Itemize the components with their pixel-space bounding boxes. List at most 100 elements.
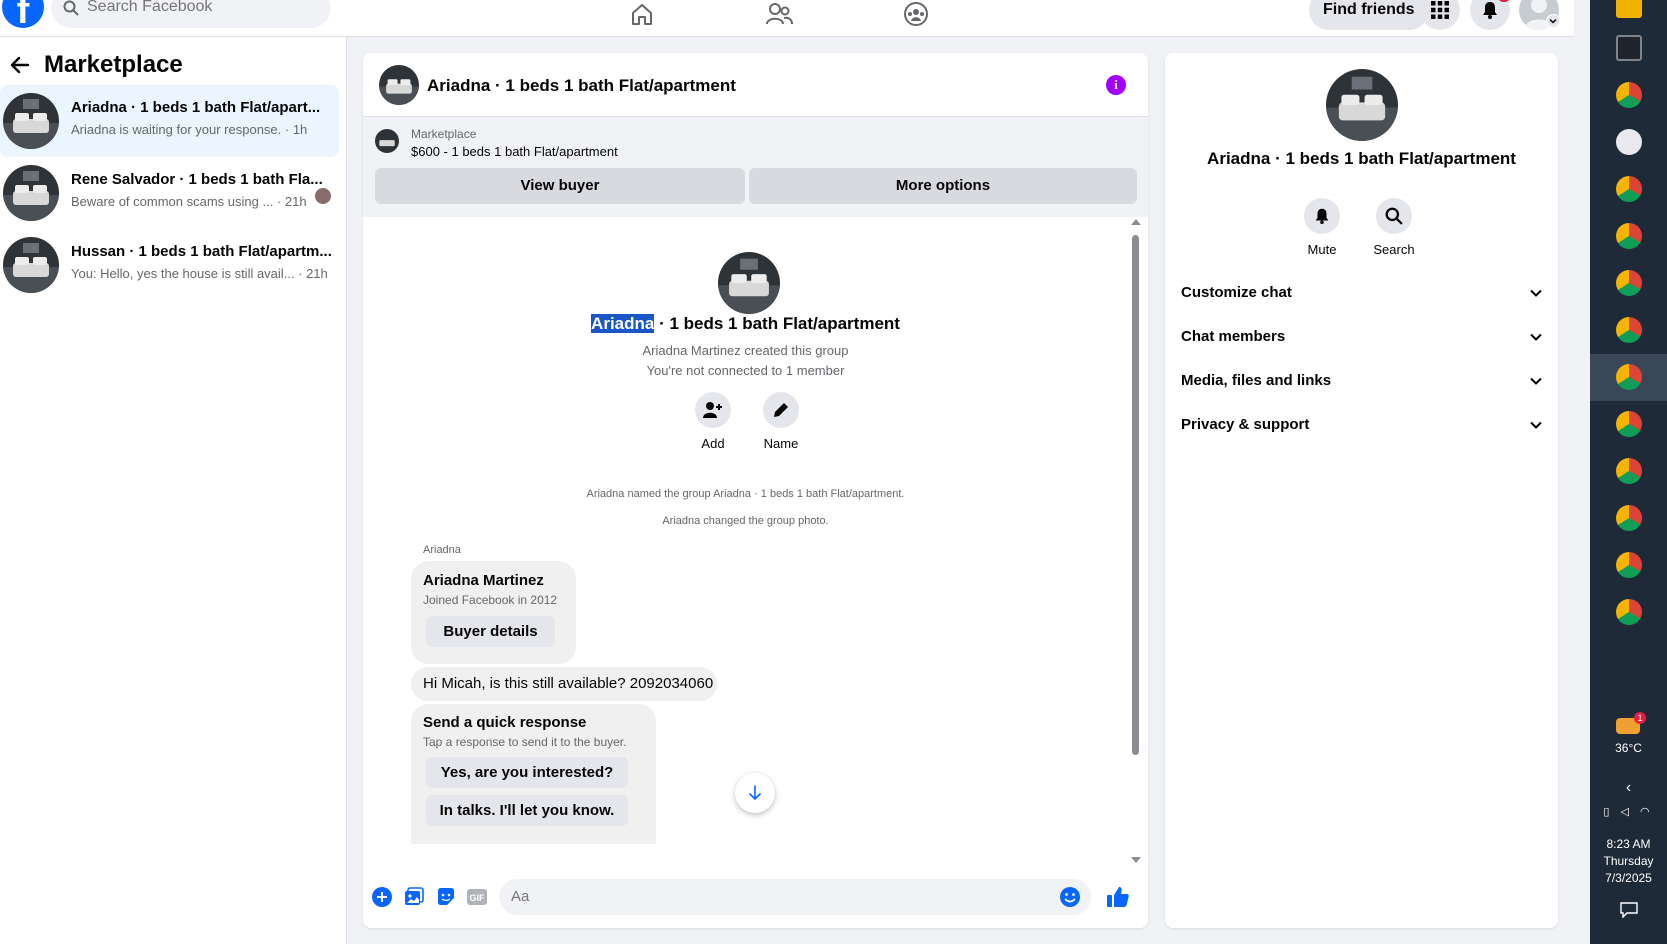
search-in-chat-button[interactable]: Search [1364, 198, 1424, 257]
chevron-down-icon [1529, 418, 1543, 432]
listing-thumbnail [3, 93, 59, 149]
chrome-profile-icon[interactable] [1616, 82, 1642, 108]
section-label: Customize chat [1181, 284, 1292, 301]
menu-grid-icon[interactable] [1420, 0, 1460, 30]
facebook-logo-icon[interactable]: f [2, 0, 44, 32]
conversation-title: Ariadna · 1 beds 1 bath Flat/apart... [71, 99, 321, 116]
chrome-profile-icon[interactable] [1616, 364, 1642, 390]
chat-photo [1326, 69, 1398, 141]
scroll-up-arrow-icon[interactable] [1131, 219, 1141, 225]
name-group-button[interactable]: Name [751, 392, 811, 451]
message-thread[interactable]: Ariadna · 1 beds 1 bath Flat/apartment A… [363, 217, 1128, 867]
search-input[interactable] [87, 0, 317, 16]
conversation-item[interactable]: Ariadna · 1 beds 1 bath Flat/apart... Ar… [0, 85, 339, 157]
message-scrollbar[interactable] [1128, 219, 1142, 869]
file-explorer-icon[interactable] [1616, 0, 1642, 18]
find-friends-button[interactable]: Find friends [1309, 0, 1429, 30]
conversation-title: Hussan · 1 beds 1 bath Flat/apartm... [71, 243, 332, 260]
back-arrow-icon[interactable] [10, 55, 30, 75]
chat-details-panel: Ariadna · 1 beds 1 bath Flat/apartment M… [1165, 53, 1558, 928]
info-icon[interactable]: i [1106, 75, 1126, 95]
weather-badge: 1 [1634, 712, 1646, 724]
conversation-item[interactable]: Hussan · 1 beds 1 bath Flat/apartm... Yo… [0, 229, 339, 301]
quick-reply-button[interactable]: Yes, are you interested? [426, 757, 628, 788]
chevron-down-icon [1529, 286, 1543, 300]
notification-center-icon[interactable] [1590, 902, 1667, 918]
more-options-button[interactable]: More options [749, 168, 1137, 204]
buyer-joined: Joined Facebook in 2012 [423, 593, 558, 607]
terminal-app-icon[interactable] [1616, 35, 1642, 61]
plus-circle-icon[interactable] [371, 886, 393, 908]
section-label: Media, files and links [1181, 372, 1332, 389]
top-navbar: f Find friends [0, 0, 1574, 37]
mute-button[interactable]: Mute [1292, 198, 1352, 257]
section-customize-chat[interactable]: Customize chat [1181, 273, 1543, 313]
add-person-icon [695, 392, 731, 428]
section-label: Chat members [1181, 328, 1286, 345]
section-media-files-links[interactable]: Media, files and links [1181, 361, 1543, 401]
chrome-profile-icon[interactable] [1616, 223, 1642, 249]
system-message: Ariadna named the group Ariadna · 1 beds… [586, 488, 905, 500]
emoji-icon[interactable] [1059, 886, 1081, 908]
conversation-subtitle: Ariadna is waiting for your response. · … [71, 122, 308, 137]
chrome-profile-icon[interactable] [1616, 176, 1642, 202]
system-tray-icons[interactable]: ▯ ◁ ◠ [1590, 804, 1667, 820]
chrome-profile-icon[interactable] [1616, 411, 1642, 437]
section-privacy-support[interactable]: Privacy & support [1181, 405, 1543, 445]
section-chat-members[interactable]: Chat members [1181, 317, 1543, 357]
photo-icon[interactable] [403, 886, 425, 908]
group-title-rest: · 1 beds 1 bath Flat/apartment [654, 314, 900, 333]
marketplace-label: Marketplace [411, 127, 477, 141]
connection-text: You're not connected to 1 member [646, 363, 845, 378]
clock-time[interactable]: 8:23 AM [1590, 836, 1667, 852]
marketplace-sidebar: Marketplace Ariadna · 1 beds 1 bath Flat… [0, 37, 347, 944]
home-icon[interactable] [622, 0, 662, 34]
add-member-button[interactable]: Add [683, 392, 743, 451]
buyer-details-button[interactable]: Buyer details [426, 616, 555, 647]
system-message: Ariadna changed the group photo. [662, 515, 829, 527]
scroll-to-bottom-button[interactable] [735, 773, 775, 813]
sticker-icon[interactable] [435, 886, 457, 908]
quick-response-card: Send a quick response Tap a response to … [411, 704, 656, 844]
weather-temperature[interactable]: 36°C [1590, 740, 1667, 756]
like-thumbs-up-icon[interactable] [1105, 884, 1131, 910]
clock-date[interactable]: 7/3/2025 [1590, 870, 1667, 886]
app-icon[interactable] [1616, 129, 1642, 155]
message-input-box[interactable] [499, 879, 1091, 915]
search-icon [1376, 198, 1412, 234]
scroll-thumb[interactable] [1132, 235, 1139, 755]
chrome-profile-icon[interactable] [1616, 552, 1642, 578]
chrome-profile-icon[interactable] [1616, 270, 1642, 296]
chrome-profile-icon[interactable] [1616, 458, 1642, 484]
message-bubble[interactable]: Hi Micah, is this still available? 20920… [411, 667, 717, 701]
svg-text:GIF: GIF [470, 893, 486, 903]
group-created-text: Ariadna Martinez created this group [642, 343, 849, 358]
chat-header: Ariadna · 1 beds 1 bath Flat/apartment i [363, 53, 1148, 117]
bell-icon [1304, 198, 1340, 234]
search-icon [63, 0, 79, 16]
chat-thumbnail[interactable] [379, 65, 419, 105]
chrome-profile-icon[interactable] [1616, 599, 1642, 625]
section-label: Privacy & support [1181, 416, 1310, 433]
quick-reply-button[interactable]: In talks. I'll let you know. [426, 795, 628, 826]
add-label: Add [701, 436, 725, 451]
chrome-profile-icon[interactable] [1616, 505, 1642, 531]
scroll-down-arrow-icon[interactable] [1131, 857, 1141, 863]
quick-response-title: Send a quick response [423, 714, 587, 731]
view-buyer-button[interactable]: View buyer [375, 168, 745, 204]
conversation-item[interactable]: Rene Salvador · 1 beds 1 bath Fla... Bew… [0, 157, 339, 229]
listing-thumbnail [3, 165, 59, 221]
friends-icon[interactable] [759, 0, 799, 34]
notifications-bell-icon[interactable] [1470, 0, 1510, 30]
search-box[interactable] [51, 0, 331, 28]
chrome-profile-icon[interactable] [1616, 317, 1642, 343]
groups-icon[interactable] [896, 0, 936, 34]
clock-day[interactable]: Thursday [1590, 853, 1667, 869]
message-input[interactable] [511, 888, 1031, 905]
windows-taskbar: 1 36°C ‹ ▯ ◁ ◠ 8:23 AM Thursday 7/3/2025 [1590, 0, 1667, 944]
chevron-left-icon[interactable]: ‹ [1590, 780, 1667, 796]
account-chevron-down-icon[interactable] [1546, 14, 1560, 28]
listing-price[interactable]: $600 - 1 beds 1 bath Flat/apartment [411, 144, 618, 159]
chat-title[interactable]: Ariadna · 1 beds 1 bath Flat/apartment [427, 76, 736, 96]
gif-icon[interactable]: GIF [466, 886, 488, 908]
